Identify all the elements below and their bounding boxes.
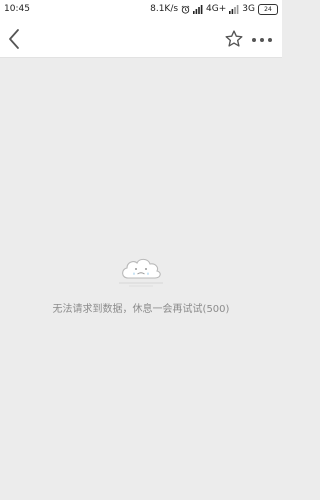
signal-icon: [193, 5, 203, 14]
network-speed: 8.1K/s: [150, 4, 179, 14]
back-arrow-icon: [9, 29, 19, 49]
more-options-button[interactable]: [250, 32, 274, 46]
battery-icon: 24: [258, 4, 278, 15]
back-button[interactable]: [6, 28, 24, 50]
more-icon: [252, 38, 272, 42]
nav-bar: [0, 19, 282, 58]
status-time: 10:45: [4, 4, 30, 14]
sad-cloud-icon: [115, 254, 167, 292]
error-message: 无法请求到数据，休息一会再试试(500): [52, 304, 230, 315]
content-area: 无法请求到数据，休息一会再试试(500): [0, 58, 282, 500]
network-type: 4G+: [206, 4, 227, 14]
alarm-icon: [181, 5, 190, 14]
status-bar: 10:45 8.1K/s 4G+ 3G 24: [0, 0, 282, 19]
signal-icon: [229, 5, 239, 14]
star-icon: [225, 30, 243, 47]
network-type-secondary: 3G: [242, 4, 255, 14]
favorite-button[interactable]: [224, 29, 244, 49]
status-indicators: 8.1K/s 4G+ 3G 24: [150, 0, 278, 19]
